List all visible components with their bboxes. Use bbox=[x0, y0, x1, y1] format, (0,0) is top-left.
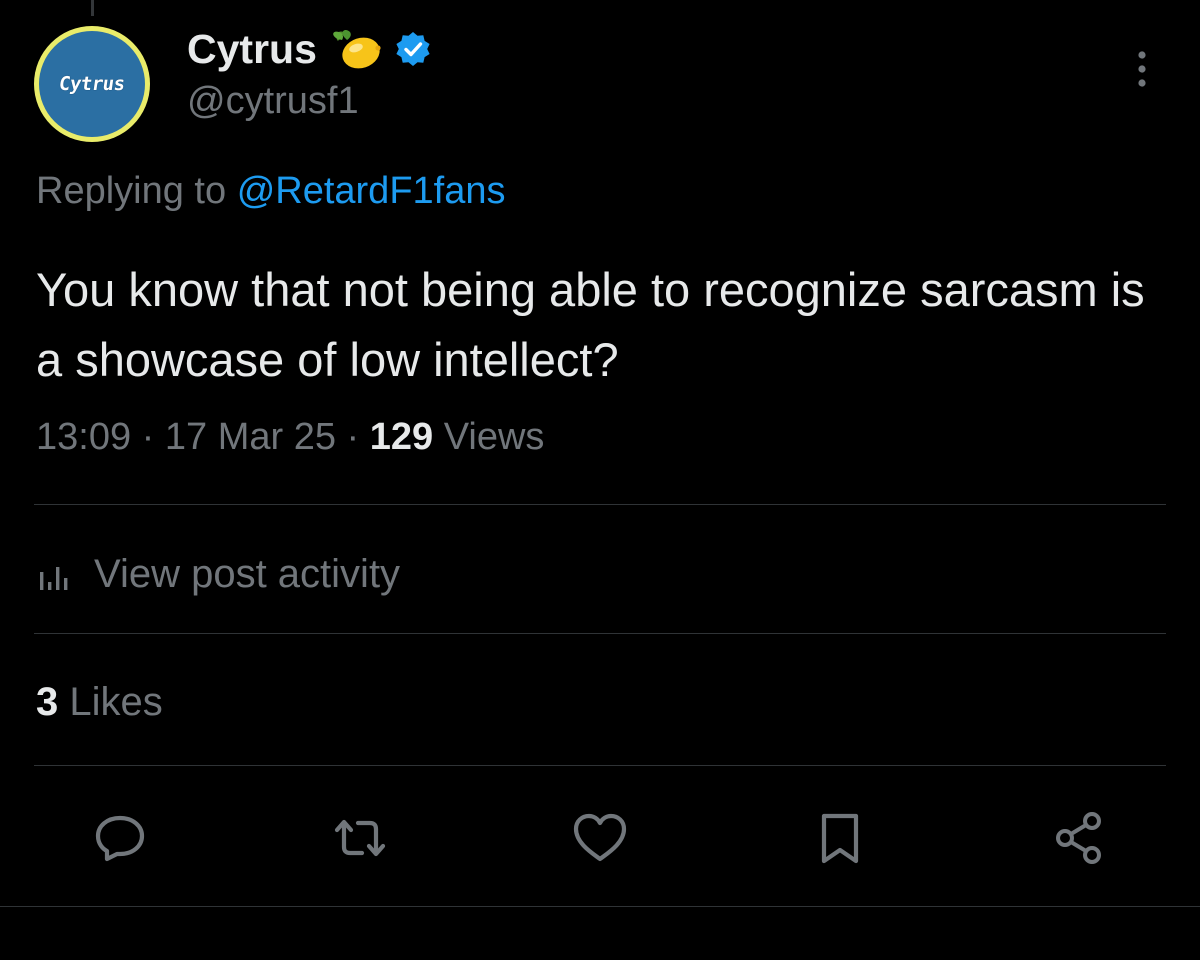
post-date[interactable]: 17 Mar 25 bbox=[165, 416, 336, 458]
divider bbox=[0, 906, 1200, 907]
replying-to-line: Replying to @RetardF1fans bbox=[36, 170, 506, 213]
lemon-icon bbox=[329, 26, 383, 72]
author-display-name[interactable]: Cytrus bbox=[187, 26, 317, 73]
heart-icon bbox=[570, 809, 630, 872]
reply-icon bbox=[91, 809, 149, 872]
reply-button[interactable] bbox=[90, 810, 150, 870]
replying-to-prefix: Replying to bbox=[36, 170, 227, 212]
thread-connector-line bbox=[91, 0, 94, 16]
share-icon bbox=[1050, 808, 1110, 873]
meta-separator: · bbox=[346, 416, 360, 458]
likes-label: Likes bbox=[69, 680, 163, 724]
post-metadata: 13:09 · 17 Mar 25 · 129 Views bbox=[36, 416, 544, 459]
avatar[interactable]: Cytrus bbox=[34, 26, 150, 142]
retweet-button[interactable] bbox=[330, 810, 390, 870]
post-text: You know that not being able to recogniz… bbox=[36, 263, 1145, 386]
author-handle[interactable]: @cytrusf1 bbox=[187, 80, 359, 123]
views-count: 129 bbox=[369, 416, 434, 458]
author-name-row: Cytrus bbox=[187, 24, 431, 74]
retweet-icon bbox=[330, 808, 390, 873]
view-post-activity-label: View post activity bbox=[94, 551, 401, 596]
verified-badge-icon bbox=[395, 31, 431, 67]
bookmark-button[interactable] bbox=[810, 810, 870, 870]
views-label: Views bbox=[443, 416, 545, 458]
avatar-logo: Cytrus bbox=[39, 31, 145, 137]
bar-chart-icon bbox=[36, 557, 78, 591]
view-post-activity-button[interactable]: View post activity bbox=[36, 545, 400, 603]
likes-count: 3 bbox=[36, 680, 59, 724]
bookmark-icon bbox=[815, 808, 865, 873]
avatar-logo-text: Cytrus bbox=[57, 73, 127, 95]
more-options-icon[interactable] bbox=[1120, 44, 1164, 94]
meta-separator: · bbox=[141, 416, 155, 458]
post-time[interactable]: 13:09 bbox=[36, 416, 131, 458]
divider bbox=[34, 765, 1166, 766]
divider bbox=[34, 633, 1166, 634]
share-button[interactable] bbox=[1050, 810, 1110, 870]
like-button[interactable] bbox=[570, 810, 630, 870]
divider bbox=[34, 504, 1166, 505]
reply-target-link[interactable]: @RetardF1fans bbox=[237, 170, 506, 212]
likes-summary[interactable]: 3 Likes bbox=[36, 680, 163, 725]
